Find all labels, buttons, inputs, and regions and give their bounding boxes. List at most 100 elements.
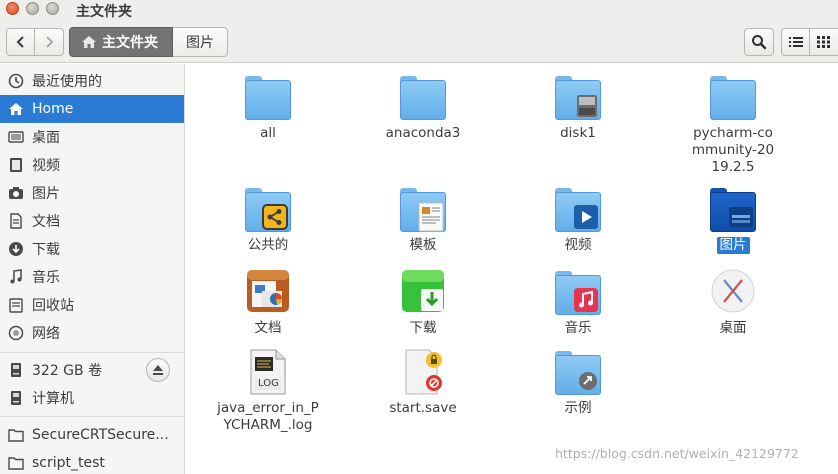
file-label: disk1 xyxy=(560,125,596,141)
folder-share-icon xyxy=(244,186,292,234)
list-view-icon xyxy=(788,37,803,47)
file-item-all[interactable]: all xyxy=(208,74,328,142)
sidebar-item-label: 网络 xyxy=(32,326,60,342)
desktop-icon xyxy=(8,129,24,145)
breadcrumb-pictures-label: 图片 xyxy=(186,35,214,51)
file-label: 公共的 xyxy=(247,237,289,253)
sidebar-item-documents[interactable]: 文档 xyxy=(0,207,184,235)
list-view-button[interactable] xyxy=(782,29,810,55)
sidebar-item-network[interactable]: 网络 xyxy=(0,319,184,347)
file-label: 示例 xyxy=(564,400,592,416)
file-label: 下载 xyxy=(409,320,437,336)
sidebar: 最近使用的 Home 桌面 视频 图片 文档 下载 音乐 回收站 网络 322 … xyxy=(0,64,185,474)
trash-icon xyxy=(8,297,24,313)
sidebar-item-label: 文档 xyxy=(32,214,60,230)
sidebar-item-videos[interactable]: 视频 xyxy=(0,151,184,179)
search-button[interactable] xyxy=(744,28,774,56)
log-file-icon: LOG xyxy=(244,349,292,397)
sidebar-item-desktop[interactable]: 桌面 xyxy=(0,123,184,151)
file-label: java_error_in_PYCHARM_.log xyxy=(217,400,319,433)
nav-button-group xyxy=(6,28,64,56)
sidebar-item-volume[interactable]: 322 GB 卷 xyxy=(0,356,184,384)
sidebar-item-label: 音乐 xyxy=(32,270,60,286)
file-label: all xyxy=(260,125,276,141)
view-toggle-group xyxy=(781,28,838,56)
title-bar: 主文件夹 xyxy=(0,0,838,21)
file-label: anaconda3 xyxy=(385,125,461,141)
sidebar-item-script-test[interactable]: script_test xyxy=(0,449,184,474)
file-item-music[interactable]: 音乐 xyxy=(518,269,638,337)
folder-music-icon xyxy=(554,269,602,317)
sidebar-item-music[interactable]: 音乐 xyxy=(0,263,184,291)
chevron-right-icon xyxy=(46,36,54,48)
folder-icon xyxy=(8,427,24,443)
file-label: start.save xyxy=(389,400,457,416)
file-label: 图片 xyxy=(716,237,750,254)
file-item-public[interactable]: 公共的 xyxy=(208,186,328,254)
file-item-disk1[interactable]: disk1 xyxy=(518,74,638,142)
file-item-anaconda3[interactable]: anaconda3 xyxy=(363,74,483,142)
sidebar-item-trash[interactable]: 回收站 xyxy=(0,291,184,319)
sidebar-item-downloads[interactable]: 下载 xyxy=(0,235,184,263)
folder-icon xyxy=(399,74,447,122)
grid-view-icon xyxy=(817,36,830,48)
desktop-x-icon xyxy=(709,269,757,317)
video-icon xyxy=(8,157,24,173)
network-icon xyxy=(8,325,24,341)
sidebar-item-label: Home xyxy=(32,101,74,117)
file-label: 文档 xyxy=(254,320,282,336)
file-item-start-save[interactable]: start.save xyxy=(363,349,483,417)
breadcrumb-pictures[interactable]: 图片 xyxy=(173,27,228,57)
log-badge: LOG xyxy=(258,378,279,389)
camera-icon xyxy=(8,185,24,201)
file-item-java-error-log[interactable]: LOG java_error_in_PYCHARM_.log xyxy=(208,349,328,434)
forward-button[interactable] xyxy=(35,29,63,55)
folder-icon xyxy=(8,455,24,471)
sidebar-item-home[interactable]: Home xyxy=(0,95,184,123)
sidebar-item-pictures[interactable]: 图片 xyxy=(0,179,184,207)
eject-button[interactable] xyxy=(146,358,170,382)
sidebar-item-label: 下载 xyxy=(32,242,60,258)
sidebar-item-label: 回收站 xyxy=(32,298,74,314)
sidebar-item-recent[interactable]: 最近使用的 xyxy=(0,67,184,95)
grid-view-button[interactable] xyxy=(810,29,838,55)
home-icon xyxy=(8,101,24,117)
file-item-documents[interactable]: 文档 xyxy=(208,269,328,337)
music-icon xyxy=(8,269,24,285)
sidebar-item-label: 最近使用的 xyxy=(32,74,102,90)
back-button[interactable] xyxy=(7,29,36,55)
folder-icon xyxy=(709,74,757,122)
file-item-pycharm[interactable]: pycharm-community-2019.2.5 xyxy=(673,74,793,176)
sidebar-item-label: script_test xyxy=(32,455,105,471)
sidebar-divider xyxy=(0,416,184,417)
file-item-desktop[interactable]: 桌面 xyxy=(673,269,793,337)
watermark: https://blog.csdn.net/weixin_42129772 xyxy=(555,446,799,461)
file-label: 桌面 xyxy=(719,320,747,336)
folder-pictures-icon xyxy=(709,186,757,234)
breadcrumb-home-label: 主文件夹 xyxy=(102,35,158,51)
toolbar: 主文件夹 图片 xyxy=(0,21,838,63)
folder-video-icon xyxy=(554,186,602,234)
file-label: 模板 xyxy=(409,237,437,253)
clock-icon xyxy=(8,73,24,89)
file-item-downloads[interactable]: 下载 xyxy=(363,269,483,337)
minimize-window-button[interactable] xyxy=(26,2,39,15)
sidebar-item-label: 视频 xyxy=(32,158,60,174)
file-item-pictures[interactable]: 图片 xyxy=(673,186,793,254)
sidebar-item-securecrt[interactable]: SecureCRTSecure... xyxy=(0,421,184,449)
close-window-button[interactable] xyxy=(6,2,19,15)
eject-icon xyxy=(153,365,163,375)
file-item-examples[interactable]: 示例 xyxy=(518,349,638,417)
file-item-templates[interactable]: 模板 xyxy=(363,186,483,254)
file-item-videos[interactable]: 视频 xyxy=(518,186,638,254)
file-label: 音乐 xyxy=(564,320,592,336)
sidebar-item-label: SecureCRTSecure... xyxy=(32,427,169,443)
folder-drive-icon xyxy=(554,74,602,122)
folder-icon xyxy=(244,74,292,122)
file-grid: all anaconda3 disk1 pycharm-community-20… xyxy=(186,64,838,474)
sidebar-item-computer[interactable]: 计算机 xyxy=(0,384,184,412)
breadcrumb-home[interactable]: 主文件夹 xyxy=(69,27,173,57)
sidebar-item-label: 图片 xyxy=(32,186,60,202)
download-icon xyxy=(8,241,24,257)
maximize-window-button[interactable] xyxy=(46,2,59,15)
